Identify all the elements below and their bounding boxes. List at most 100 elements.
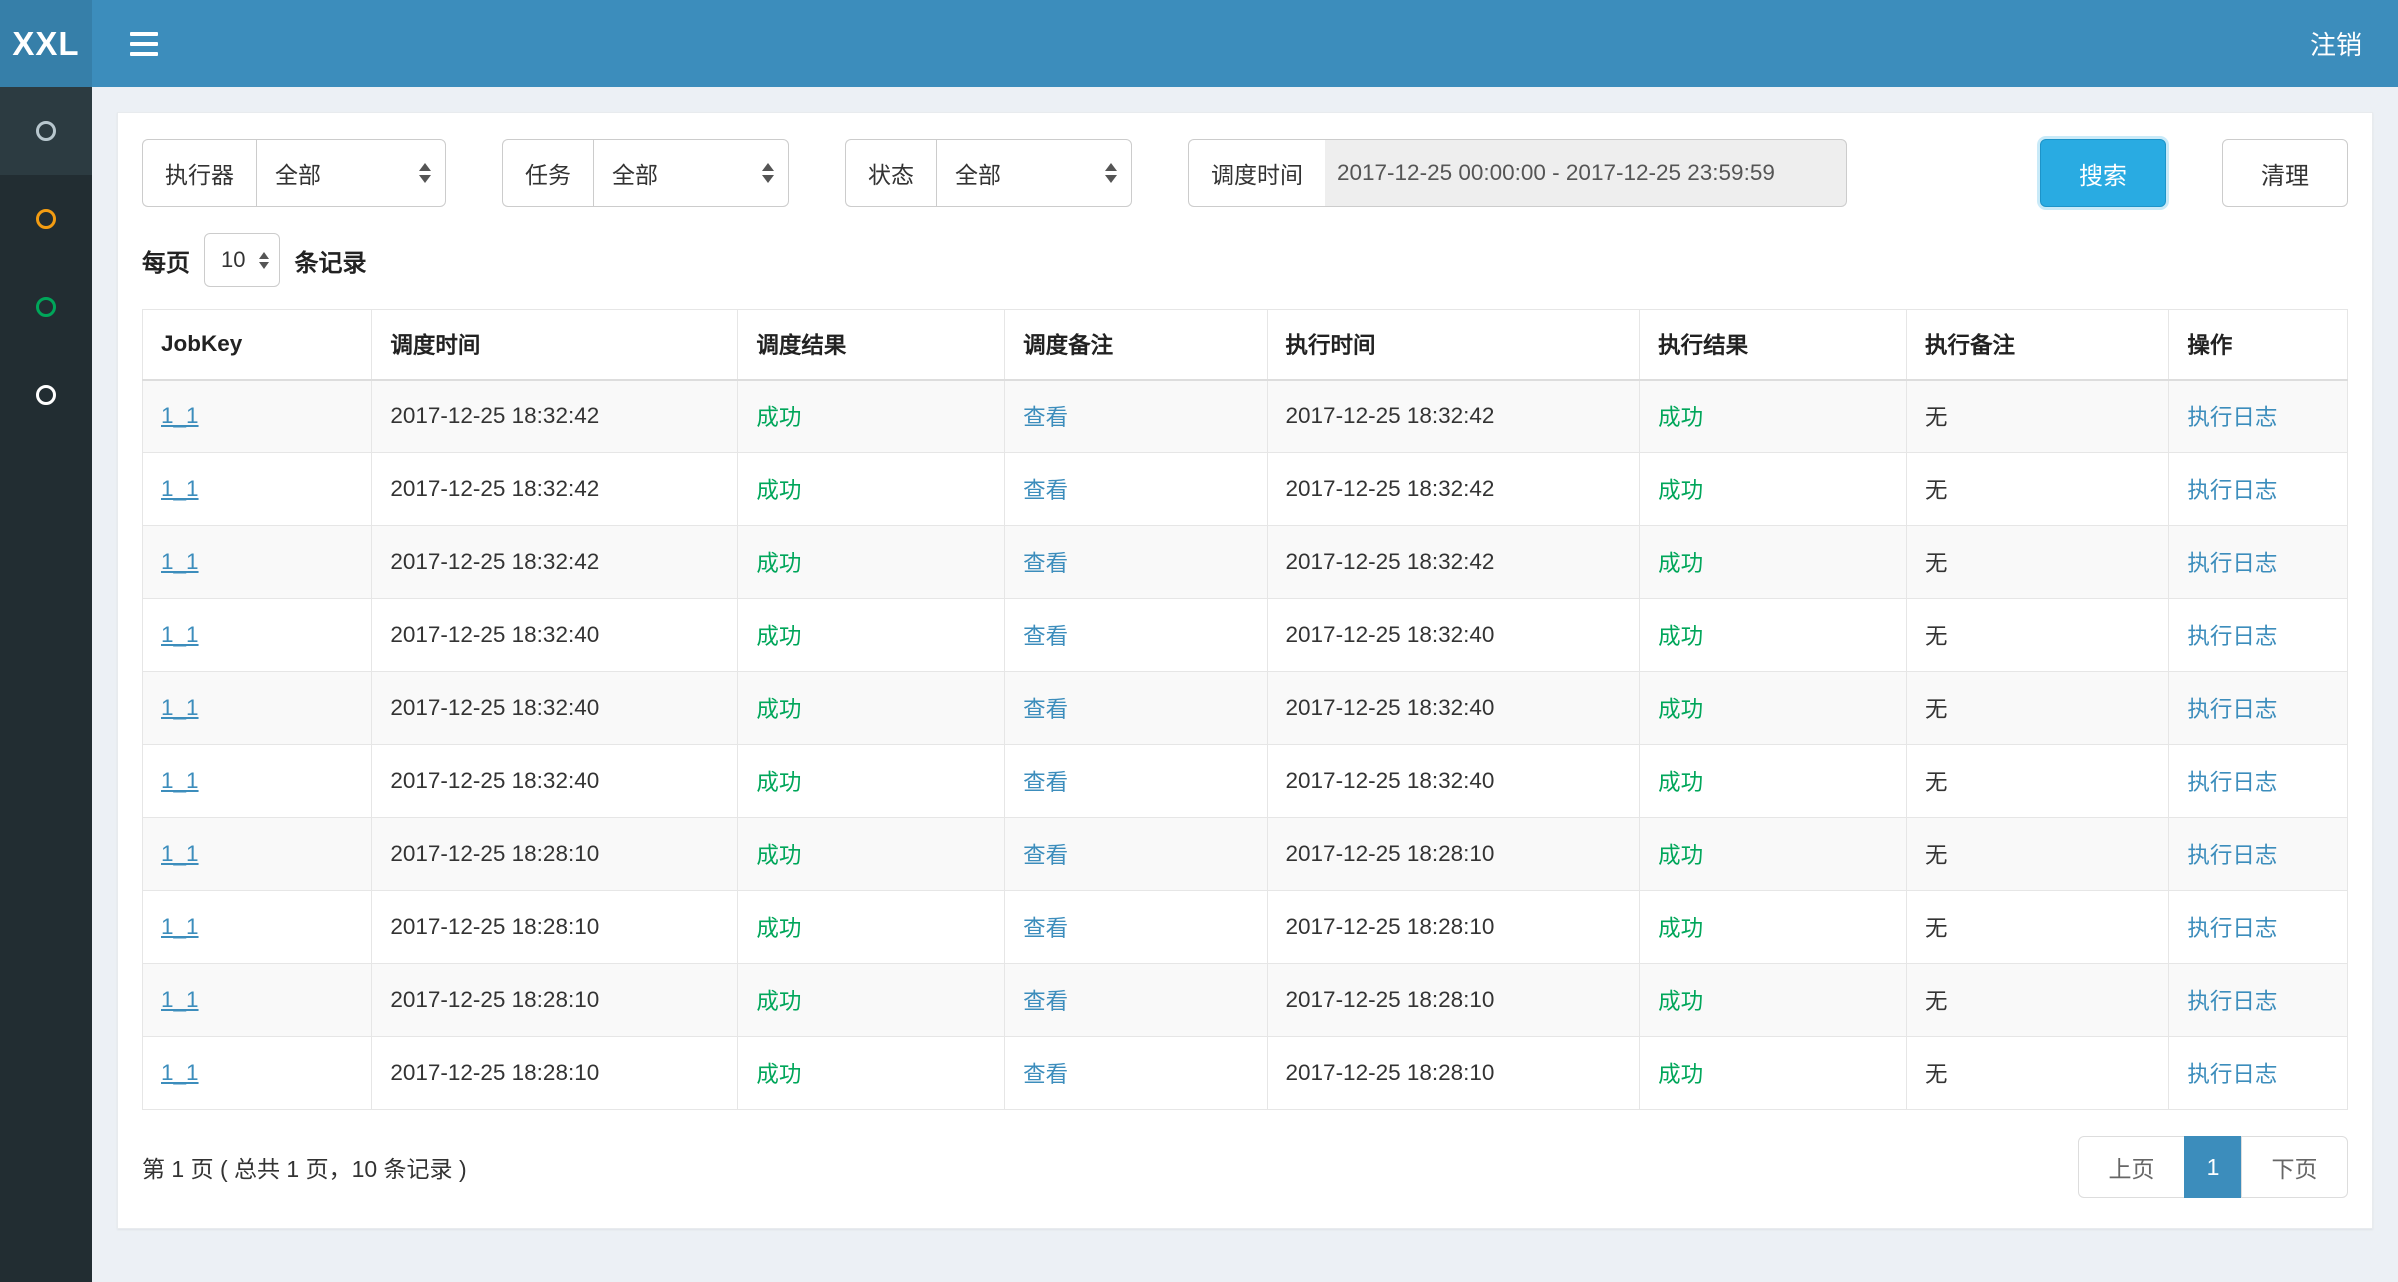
executor-filter: 执行器 全部 xyxy=(142,139,446,207)
execution-log-link[interactable]: 执行日志 xyxy=(2187,1062,2277,1087)
trigger-time-cell: 2017-12-25 18:28:10 xyxy=(372,964,738,1037)
handle-time-cell: 2017-12-25 18:32:40 xyxy=(1267,672,1640,745)
trigger-msg-link[interactable]: 查看 xyxy=(1023,697,1068,722)
jobkey-link[interactable]: 1_1 xyxy=(161,841,199,866)
handle-result-cell: 成功 xyxy=(1640,380,1907,453)
sidebar-item[interactable] xyxy=(0,351,92,439)
handle-result-cell: 成功 xyxy=(1640,599,1907,672)
execution-log-link[interactable]: 执行日志 xyxy=(2187,843,2277,868)
per-page-select[interactable]: 10 xyxy=(204,233,280,287)
handle-result-cell: 成功 xyxy=(1640,672,1907,745)
log-table-row: 1_1 2017-12-25 18:32:40 成功 查看 2017-12-25… xyxy=(143,672,2348,745)
sidebar-item[interactable] xyxy=(0,263,92,351)
logout-link[interactable]: 注销 xyxy=(2310,25,2362,62)
trigger-msg-link[interactable]: 查看 xyxy=(1023,624,1068,649)
log-table-row: 1_1 2017-12-25 18:28:10 成功 查看 2017-12-25… xyxy=(143,1037,2348,1110)
trigger-time-cell: 2017-12-25 18:32:42 xyxy=(372,453,738,526)
current-page-button[interactable]: 1 xyxy=(2184,1136,2242,1198)
prev-page-button[interactable]: 上页 xyxy=(2078,1136,2185,1198)
jobkey-link[interactable]: 1_1 xyxy=(161,1060,199,1085)
pagination-info: 第 1 页 ( 总共 1 页，10 条记录 ) xyxy=(142,1150,467,1184)
execution-log-link[interactable]: 执行日志 xyxy=(2187,989,2277,1014)
jobkey-link[interactable]: 1_1 xyxy=(161,695,199,720)
trigger-msg-link[interactable]: 查看 xyxy=(1023,551,1068,576)
execution-log-link[interactable]: 执行日志 xyxy=(2187,405,2277,430)
sidebar-menu xyxy=(0,87,92,1282)
jobkey-link[interactable]: 1_1 xyxy=(161,622,199,647)
trigger-time-filter-label: 调度时间 xyxy=(1188,139,1325,207)
trigger-result-cell: 成功 xyxy=(738,526,1005,599)
log-table-header-row: JobKey调度时间调度结果调度备注执行时间执行结果执行备注操作 xyxy=(143,310,2348,380)
trigger-msg-link[interactable]: 查看 xyxy=(1023,770,1068,795)
top-navbar: XXL 注销 xyxy=(0,0,2398,87)
next-page-button[interactable]: 下页 xyxy=(2241,1136,2348,1198)
jobkey-link[interactable]: 1_1 xyxy=(161,476,199,501)
select-arrows-icon xyxy=(1105,163,1117,183)
job-filter-label: 任务 xyxy=(502,139,593,207)
log-table-row: 1_1 2017-12-25 18:32:40 成功 查看 2017-12-25… xyxy=(143,599,2348,672)
menu-toggle-icon[interactable] xyxy=(122,22,166,66)
handle-time-cell: 2017-12-25 18:28:10 xyxy=(1267,818,1640,891)
per-page-suffix: 条记录 xyxy=(294,243,366,278)
jobkey-link[interactable]: 1_1 xyxy=(161,768,199,793)
trigger-msg-link[interactable]: 查看 xyxy=(1023,405,1068,430)
handle-time-cell: 2017-12-25 18:32:40 xyxy=(1267,745,1640,818)
column-header: 调度备注 xyxy=(1005,310,1267,380)
job-filter: 任务 全部 xyxy=(502,139,789,207)
jobkey-link[interactable]: 1_1 xyxy=(161,987,199,1012)
handle-msg-cell: 无 xyxy=(1906,964,2168,1037)
job-select[interactable]: 全部 xyxy=(593,139,789,207)
execution-log-link[interactable]: 执行日志 xyxy=(2187,770,2277,795)
circle-icon xyxy=(36,121,56,141)
per-page-row: 每页 10 条记录 xyxy=(142,233,2348,287)
navbar-content: 注销 xyxy=(92,0,2398,87)
trigger-msg-link[interactable]: 查看 xyxy=(1023,989,1068,1014)
handle-result-cell: 成功 xyxy=(1640,1037,1907,1110)
select-arrows-icon xyxy=(762,163,774,183)
log-table-row: 1_1 2017-12-25 18:28:10 成功 查看 2017-12-25… xyxy=(143,818,2348,891)
handle-time-cell: 2017-12-25 18:32:42 xyxy=(1267,380,1640,453)
execution-log-link[interactable]: 执行日志 xyxy=(2187,551,2277,576)
log-table-row: 1_1 2017-12-25 18:32:42 成功 查看 2017-12-25… xyxy=(143,526,2348,599)
column-header: 操作 xyxy=(2169,310,2348,380)
log-table-row: 1_1 2017-12-25 18:32:40 成功 查看 2017-12-25… xyxy=(143,745,2348,818)
circle-icon xyxy=(36,209,56,229)
search-button[interactable]: 搜索 xyxy=(2040,139,2166,207)
execution-log-link[interactable]: 执行日志 xyxy=(2187,697,2277,722)
jobkey-link[interactable]: 1_1 xyxy=(161,914,199,939)
log-table-row: 1_1 2017-12-25 18:32:42 成功 查看 2017-12-25… xyxy=(143,380,2348,453)
execution-log-link[interactable]: 执行日志 xyxy=(2187,478,2277,503)
trigger-time-range-input[interactable] xyxy=(1325,139,1847,207)
jobkey-link[interactable]: 1_1 xyxy=(161,549,199,574)
sidebar-item[interactable] xyxy=(0,87,92,175)
jobkey-link[interactable]: 1_1 xyxy=(161,403,199,428)
handle-msg-cell: 无 xyxy=(1906,453,2168,526)
trigger-result-cell: 成功 xyxy=(738,672,1005,745)
handle-time-cell: 2017-12-25 18:32:42 xyxy=(1267,526,1640,599)
trigger-result-cell: 成功 xyxy=(738,891,1005,964)
handle-msg-cell: 无 xyxy=(1906,526,2168,599)
app-logo[interactable]: XXL xyxy=(0,0,92,87)
status-select[interactable]: 全部 xyxy=(936,139,1132,207)
trigger-time-cell: 2017-12-25 18:28:10 xyxy=(372,1037,738,1110)
execution-log-link[interactable]: 执行日志 xyxy=(2187,624,2277,649)
trigger-msg-link[interactable]: 查看 xyxy=(1023,478,1068,503)
handle-result-cell: 成功 xyxy=(1640,745,1907,818)
handle-result-cell: 成功 xyxy=(1640,453,1907,526)
trigger-msg-link[interactable]: 查看 xyxy=(1023,1062,1068,1087)
execution-log-link[interactable]: 执行日志 xyxy=(2187,916,2277,941)
handle-time-cell: 2017-12-25 18:28:10 xyxy=(1267,1037,1640,1110)
trigger-time-filter: 调度时间 xyxy=(1188,139,1847,207)
sidebar-item[interactable] xyxy=(0,175,92,263)
trigger-result-cell: 成功 xyxy=(738,453,1005,526)
log-table: JobKey调度时间调度结果调度备注执行时间执行结果执行备注操作 1_1 201… xyxy=(142,309,2348,1110)
log-table-row: 1_1 2017-12-25 18:32:42 成功 查看 2017-12-25… xyxy=(143,453,2348,526)
trigger-msg-link[interactable]: 查看 xyxy=(1023,843,1068,868)
trigger-msg-link[interactable]: 查看 xyxy=(1023,916,1068,941)
filter-row: 执行器 全部 任务 全部 状态 全部 xyxy=(142,139,2348,207)
circle-icon xyxy=(36,385,56,405)
trigger-result-cell: 成功 xyxy=(738,1037,1005,1110)
clear-button[interactable]: 清理 xyxy=(2222,139,2348,207)
executor-select[interactable]: 全部 xyxy=(256,139,446,207)
handle-time-cell: 2017-12-25 18:32:42 xyxy=(1267,453,1640,526)
